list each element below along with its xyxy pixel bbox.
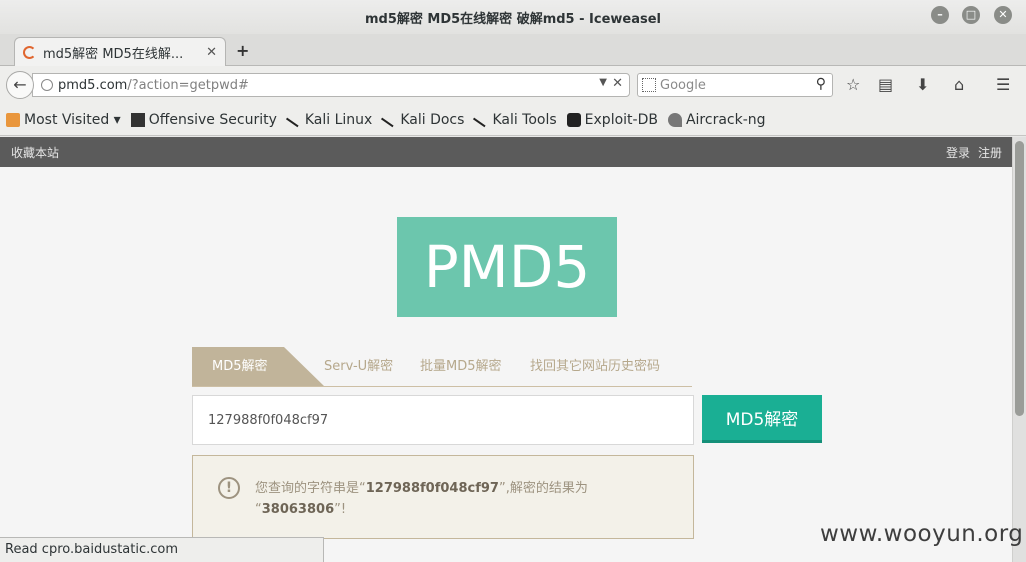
minimize-icon[interactable]: – [931,6,949,24]
scrollbar-thumb[interactable] [1015,141,1024,416]
browser-tab[interactable]: md5解密 MD5在线解... ✕ [14,37,226,67]
favorite-link[interactable]: 收藏本站 [11,144,59,161]
kali-icon [473,112,490,127]
bookmarks-toolbar: Most Visited ▾ Offensive Security Kali L… [0,104,1026,136]
tab-close-icon[interactable]: ✕ [206,45,217,60]
url-dropdown-icon[interactable]: ▼ [599,77,607,88]
search-engine-icon[interactable] [642,78,656,92]
vertical-scrollbar[interactable] [1012,137,1026,562]
dragon-icon [130,112,145,127]
star-bookmark-icon[interactable]: ☆ [846,76,860,94]
globe-icon [41,79,53,91]
back-button[interactable]: ← [6,71,34,99]
md5-input[interactable] [192,395,694,445]
tab-label: md5解密 MD5在线解... [43,47,184,62]
register-link[interactable]: 注册 [978,144,1002,161]
new-tab-icon[interactable]: + [236,41,249,60]
tab-strip: md5解密 MD5在线解... ✕ + [0,34,1026,67]
bookmark-most-visited[interactable]: Most Visited ▾ [6,112,121,128]
url-bar[interactable]: pmd5.com/?action=getpwd# ▼ ✕ [32,73,630,97]
tab-batch-md5[interactable]: 批量MD5解密 [420,347,502,386]
close-window-icon[interactable]: ✕ [994,6,1012,24]
site-top-strip: 收藏本站 登录 注册 [0,137,1012,167]
bookmark-kali-docs[interactable]: Kali Docs [381,112,464,128]
site-logo[interactable]: PMD5 [397,217,617,317]
decrypt-tabs: MD5解密 Serv-U解密 批量MD5解密 找回其它网站历史密码 [192,347,692,387]
kali-icon [381,112,398,127]
search-icon[interactable]: ⚲ [816,76,826,92]
bookmark-kali-tools[interactable]: Kali Tools [473,112,557,128]
bookmark-offensive-security[interactable]: Offensive Security [130,112,277,128]
login-link[interactable]: 登录 [946,144,970,161]
exploit-db-icon [566,112,581,127]
result-text: 您查询的字符串是“127988f0f048cf97”,解密的结果为 “380638… [255,481,588,517]
bookmark-aircrack-ng[interactable]: Aircrack-ng [667,112,766,128]
result-answer: 38063806 [261,502,335,517]
page-content: 收藏本站 登录 注册 PMD5 MD5解密 Serv-U解密 批量MD5解密 找… [0,137,1012,562]
home-icon[interactable]: ⌂ [954,76,964,94]
result-box: ! 您查询的字符串是“127988f0f048cf97”,解密的结果为 “3806… [192,455,694,539]
url-host: pmd5.com [58,77,128,93]
tab-servu-decrypt[interactable]: Serv-U解密 [324,347,393,386]
kali-icon [285,112,302,127]
result-query: 127988f0f048cf97 [365,481,499,496]
folder-icon [6,112,20,127]
window-titlebar: md5解密 MD5在线解密 破解md5 - Iceweasel – □ ✕ [0,0,1026,34]
maximize-icon[interactable]: □ [962,6,980,24]
url-clear-icon[interactable]: ✕ [612,76,623,91]
tab-md5-decrypt[interactable]: MD5解密 [192,347,284,386]
arrow-left-icon: ← [13,75,27,94]
md5-decrypt-button[interactable]: MD5解密 [702,395,822,443]
search-bar[interactable]: ⚲ [637,73,833,97]
nav-toolbar: pmd5.com/?action=getpwd# ▼ ✕ ← ⚲ ☆ ▤ ⬇ ⌂… [0,66,1026,104]
reading-list-icon[interactable]: ▤ [878,76,893,94]
watermark: www.wooyun.org [820,521,1024,547]
loading-spinner-icon [23,46,36,59]
bookmark-exploit-db[interactable]: Exploit-DB [566,112,658,128]
window-title: md5解密 MD5在线解密 破解md5 - Iceweasel [364,11,662,27]
download-icon[interactable]: ⬇ [916,76,929,94]
menu-icon[interactable]: ☰ [996,76,1010,94]
status-bar: Read cpro.baidustatic.com [0,537,324,562]
active-tab-tail [284,347,324,386]
search-input[interactable] [660,77,800,93]
aircrack-icon [667,112,682,127]
tab-recover-password[interactable]: 找回其它网站历史密码 [530,347,660,386]
alert-icon: ! [218,477,240,499]
url-path: /?action=getpwd# [127,77,249,93]
bookmark-kali-linux[interactable]: Kali Linux [285,112,372,128]
